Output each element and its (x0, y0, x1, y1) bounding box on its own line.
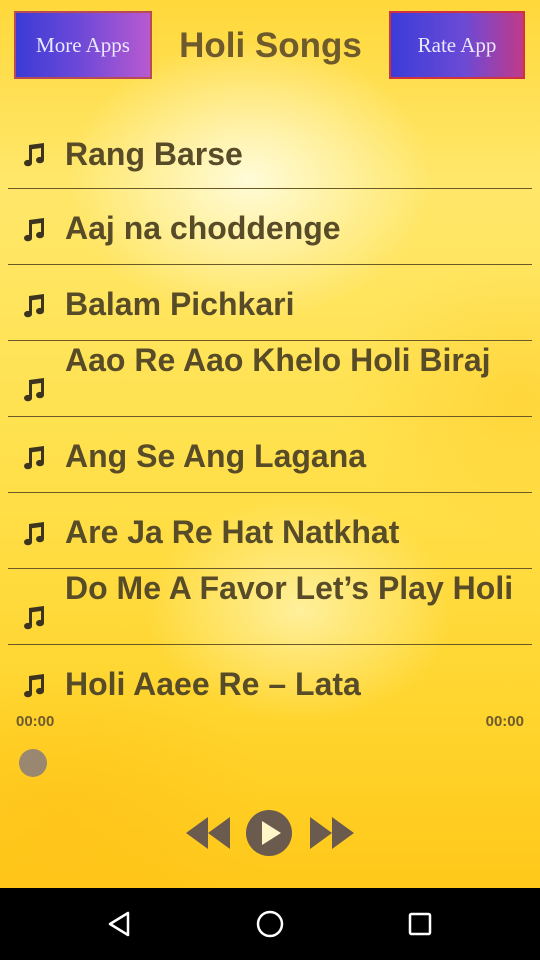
song-row[interactable]: Holi Aaee Re – Lata (8, 645, 532, 720)
system-navigation-bar (0, 888, 540, 960)
music-note-icon (24, 378, 45, 402)
song-title: Holi Aaee Re – Lata (65, 666, 361, 702)
music-note-icon (24, 294, 45, 318)
rate-app-button[interactable]: Rate App (389, 11, 525, 79)
back-icon[interactable] (104, 908, 136, 940)
music-note-icon (24, 606, 45, 630)
song-title: Balam Pichkari (65, 286, 295, 322)
song-list: Rang Barse Aaj na choddenge Balam Pichka… (8, 118, 532, 720)
recent-apps-icon[interactable] (404, 908, 436, 940)
rewind-icon[interactable] (180, 805, 236, 861)
music-note-icon (24, 218, 45, 242)
page-title: Holi Songs (179, 26, 362, 65)
play-icon[interactable] (241, 805, 297, 861)
song-row[interactable]: Are Ja Re Hat Natkhat (8, 493, 532, 569)
song-title: Do Me A Favor Let’s Play Holi (65, 570, 514, 606)
home-icon[interactable] (254, 908, 286, 940)
song-title: Are Ja Re Hat Natkhat (65, 514, 400, 550)
music-note-icon (24, 674, 45, 698)
fast-forward-icon[interactable] (304, 805, 360, 861)
music-note-icon (24, 446, 45, 470)
elapsed-time: 00:00 (16, 713, 55, 730)
song-title: Aao Re Aao Khelo Holi Biraj Me (65, 342, 491, 386)
seek-bar-thumb[interactable] (19, 749, 47, 777)
app-screen: More Apps Holi Songs Rate App Rang Barse… (0, 0, 540, 888)
more-apps-button[interactable]: More Apps (14, 11, 152, 79)
song-row[interactable]: Aao Re Aao Khelo Holi Biraj Me (8, 341, 532, 417)
music-note-icon (24, 143, 45, 167)
song-title: Aaj na choddenge (65, 210, 341, 246)
song-row[interactable]: Rang Barse (8, 118, 532, 189)
song-row[interactable]: Balam Pichkari (8, 265, 532, 341)
song-row[interactable]: Ang Se Ang Lagana (8, 417, 532, 493)
song-title: Ang Se Ang Lagana (65, 438, 367, 474)
total-duration: 00:00 (485, 713, 524, 730)
song-row[interactable]: Do Me A Favor Let’s Play Holi (8, 569, 532, 645)
song-title: Rang Barse (65, 136, 243, 172)
player-controls (0, 805, 540, 861)
music-note-icon (24, 522, 45, 546)
song-row[interactable]: Aaj na choddenge (8, 189, 532, 265)
